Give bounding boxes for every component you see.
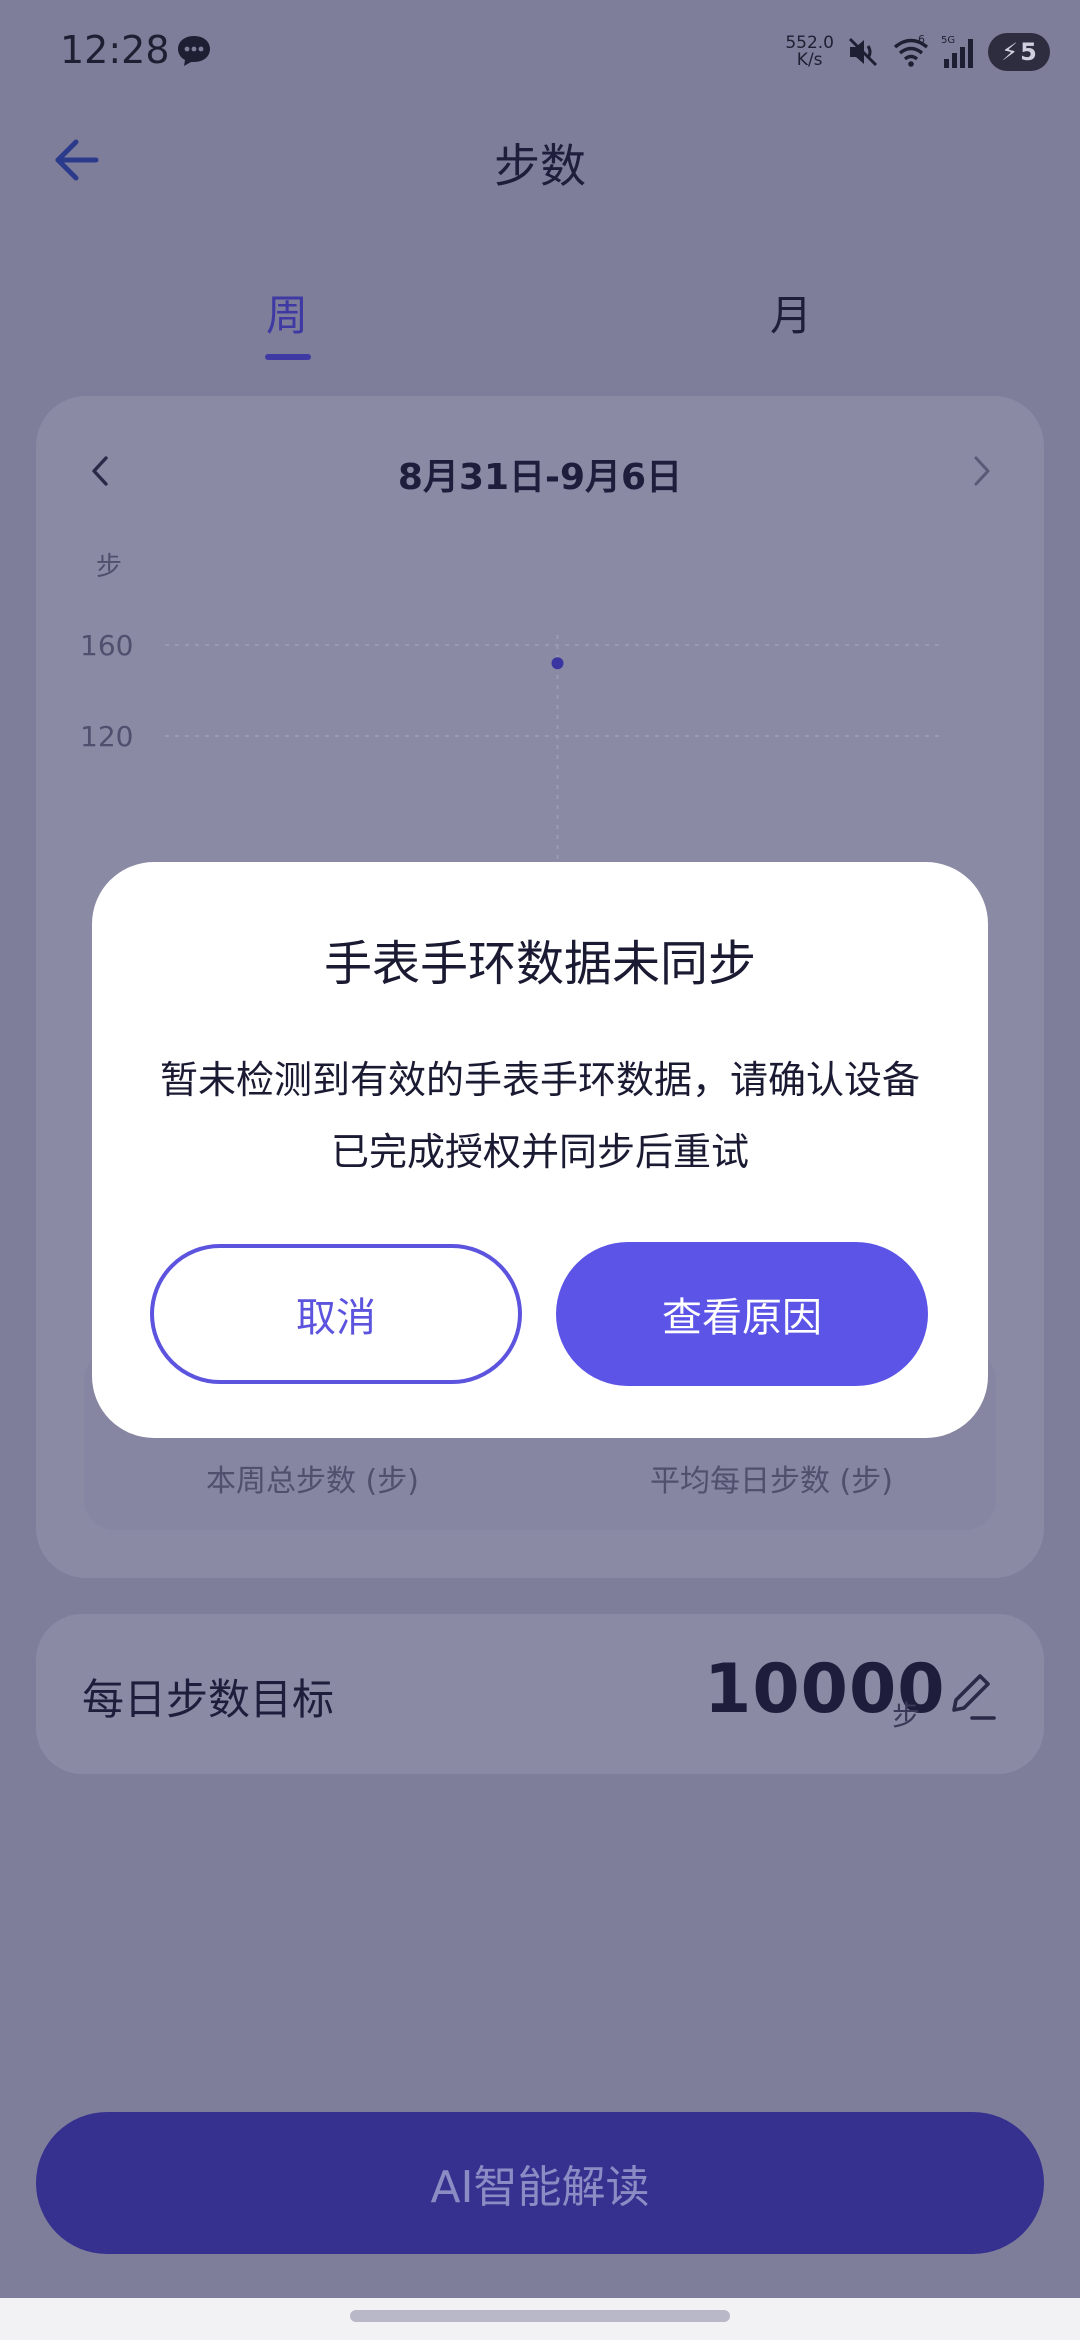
y-tick-label: 120 <box>80 720 133 753</box>
next-week-button[interactable] <box>962 448 1002 494</box>
steps-screen: 12:28 552.0 K/s 6 5G ⚡ 5 步数 周 月 8月31日-9月… <box>0 0 1080 2340</box>
y-axis-label: 步 <box>96 552 122 582</box>
view-reason-button[interactable]: 查看原因 <box>556 1242 928 1386</box>
weekly-total-label: 本周总步数 (步) <box>206 1464 419 1499</box>
home-indicator[interactable] <box>350 2310 730 2322</box>
daily-goal-unit: 步 <box>892 1699 921 1732</box>
svg-text:6: 6 <box>918 33 925 46</box>
page-title: 步数 <box>494 139 586 193</box>
steps-chart: 步 160 120 <box>80 552 940 900</box>
dialog-message: 暂未检测到有效的手表手环数据，请确认设备已完成授权并同步后重试 <box>159 1058 920 1174</box>
battery-indicator: ⚡ 5 <box>988 33 1050 71</box>
edit-goal-button[interactable] <box>946 1666 998 1722</box>
data-point[interactable] <box>551 657 564 670</box>
dialog-title: 手表手环数据未同步 <box>323 936 756 992</box>
charging-icon: ⚡ <box>1001 38 1019 66</box>
signal-icon: 5G <box>941 35 973 68</box>
date-range: 8月31日-9月6日 <box>397 457 683 498</box>
status-bar: 12:28 552.0 K/s 6 5G ⚡ 5 <box>0 0 1080 104</box>
network-speed: 552.0 K/s <box>785 33 834 70</box>
wifi-icon: 6 <box>893 33 929 67</box>
status-time: 12:28 <box>60 28 170 72</box>
y-tick-label: 160 <box>80 629 133 662</box>
cancel-button[interactable]: 取消 <box>150 1244 522 1384</box>
tab-month[interactable]: 月 <box>770 282 812 343</box>
status-icons: 552.0 K/s 6 5G ⚡ 5 <box>785 30 1050 74</box>
daily-goal-label: 每日步数目标 <box>82 1675 335 1724</box>
ai-interpret-button[interactable]: AI智能解读 <box>36 2112 1044 2254</box>
tab-active-indicator <box>265 354 311 360</box>
tab-week[interactable]: 周 <box>266 282 308 343</box>
mute-icon <box>848 37 878 67</box>
sync-error-dialog: 手表手环数据未同步 暂未检测到有效的手表手环数据，请确认设备已完成授权并同步后重… <box>92 862 988 1438</box>
message-icon <box>178 36 210 66</box>
svg-text:5G: 5G <box>941 35 955 46</box>
daily-average-label: 平均每日步数 (步) <box>650 1464 893 1499</box>
